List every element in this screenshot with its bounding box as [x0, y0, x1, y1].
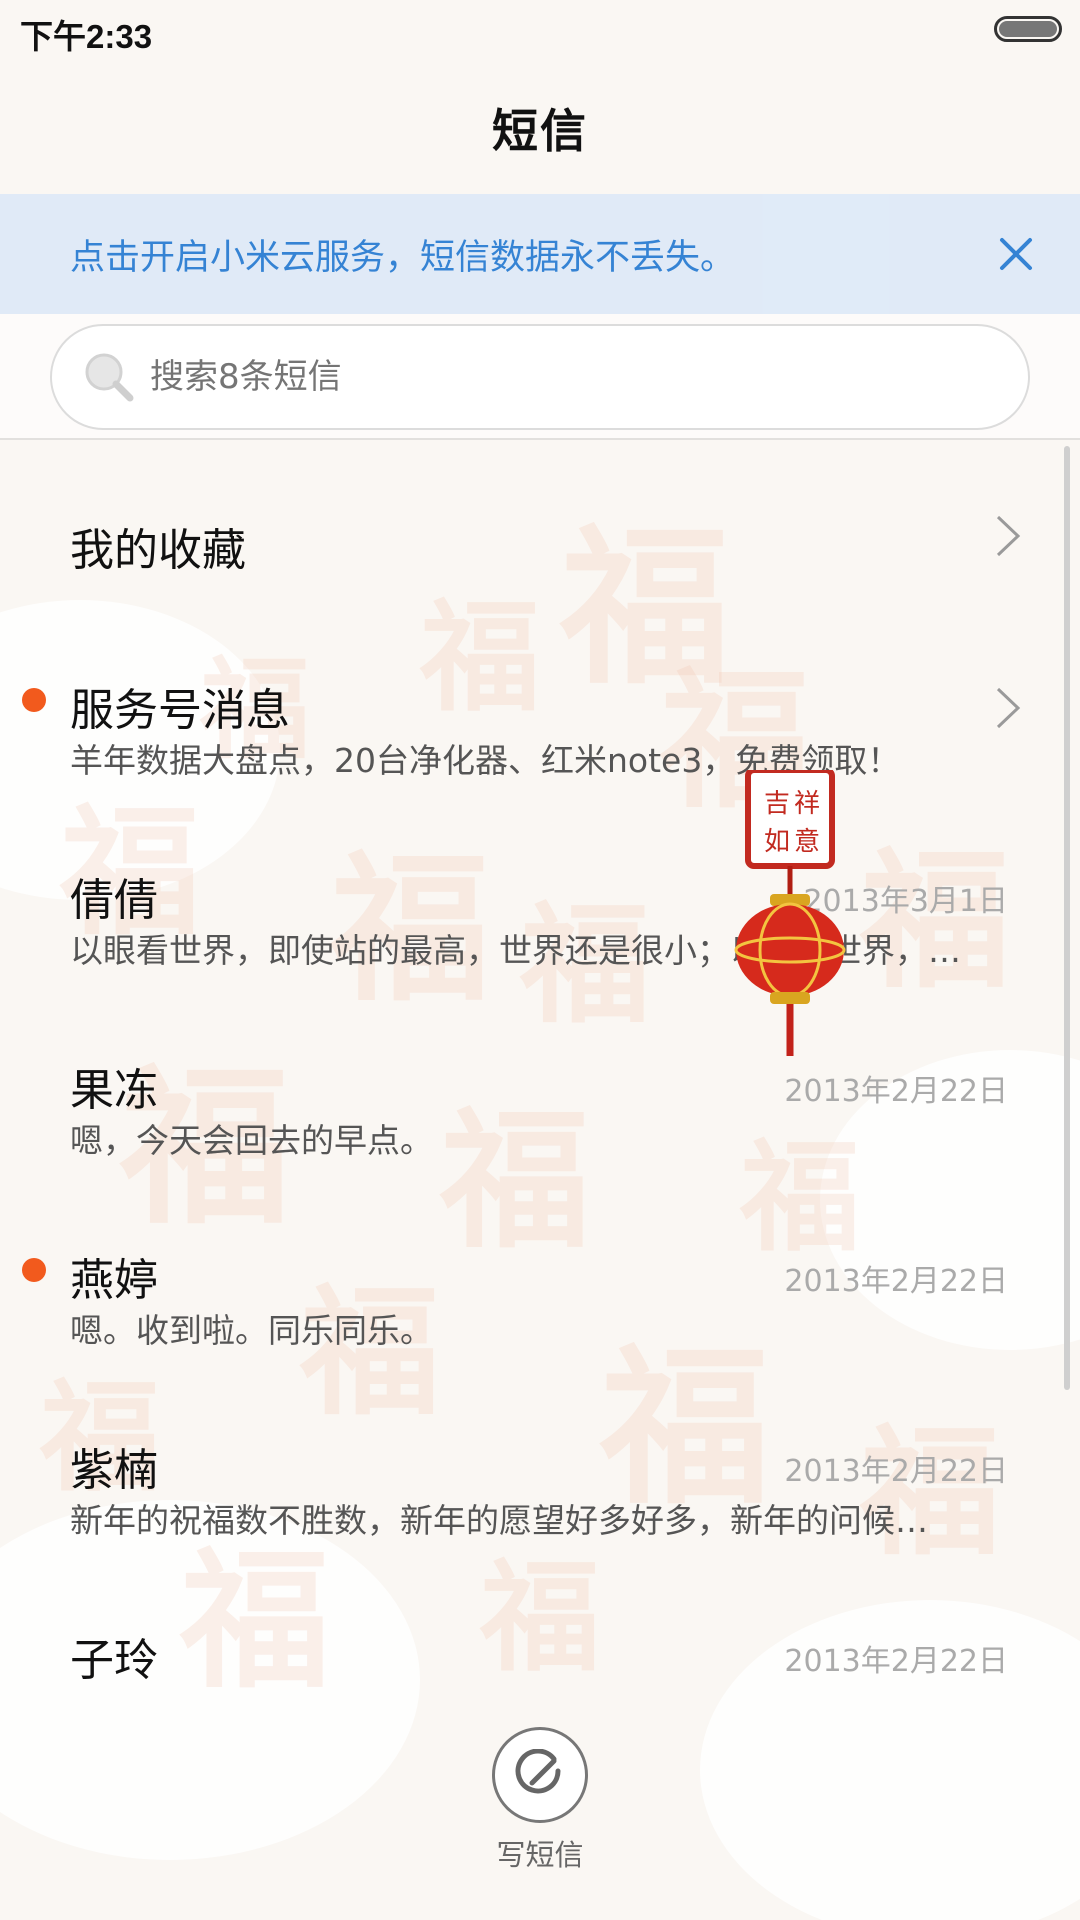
- conversation-name: 紫楠: [70, 1445, 158, 1496]
- unread-dot: [22, 688, 46, 712]
- conversation-row[interactable]: 倩倩 2013年3月1日 以眼看世界，即使站的最高，世界还是很小；以心看世界，…: [0, 820, 1080, 1010]
- banner-text[interactable]: 点击开启小米云服务，短信数据永不丢失。: [70, 229, 735, 280]
- conversation-preview: 嗯。收到啦。同乐同乐。: [70, 1311, 433, 1350]
- compose-button[interactable]: [492, 1727, 588, 1823]
- svg-text:吉: 吉: [764, 789, 790, 819]
- lantern-decoration: 吉 祥 如 意: [734, 770, 846, 1056]
- conversation-date: 2013年2月22日: [784, 1264, 1008, 1299]
- status-bar: 下午2:33: [0, 0, 1080, 62]
- svg-text:意: 意: [794, 827, 820, 857]
- conversation-date: 2013年2月22日: [784, 1454, 1008, 1489]
- compose-icon: [515, 1749, 561, 1794]
- cloud-service-banner[interactable]: 点击开启小米云服务，短信数据永不丢失。: [0, 194, 1080, 314]
- conversation-name: 服务号消息: [70, 685, 290, 736]
- conversation-row[interactable]: 燕婷 2013年2月22日 嗯。收到啦。同乐同乐。: [0, 1200, 1080, 1390]
- search-icon: [85, 353, 134, 402]
- search-area: [0, 314, 1080, 440]
- conversation-preview: 以眼看世界，即使站的最高，世界还是很小；以心看世界，…: [70, 931, 961, 970]
- close-icon[interactable]: [988, 226, 1044, 282]
- conversation-date: 2013年2月22日: [784, 1644, 1008, 1679]
- conversation-row[interactable]: 紫楠 2013年2月22日 新年的祝福数不胜数，新年的愿望好多好多，新年的问候…: [0, 1390, 1080, 1580]
- conversation-preview: 新年的祝福数不胜数，新年的愿望好多好多，新年的问候…: [70, 1501, 928, 1540]
- conversation-name: 子玲: [70, 1635, 158, 1686]
- battery-icon: [994, 16, 1062, 42]
- favorites-row[interactable]: 我的收藏: [0, 440, 1080, 630]
- compose-label[interactable]: 写短信: [0, 1832, 1080, 1874]
- service-messages-row[interactable]: 服务号消息 羊年数据大盘点，20台净化器、红米note3，免费领取！: [0, 630, 1080, 820]
- scrollbar[interactable]: [1064, 446, 1070, 1390]
- page-title: 短信: [492, 104, 588, 158]
- search-box[interactable]: [50, 324, 1030, 430]
- svg-text:祥: 祥: [794, 789, 820, 819]
- conversation-list[interactable]: 我的收藏 服务号消息 羊年数据大盘点，20台净化器、红米note3，免费领取！ …: [0, 440, 1080, 1690]
- search-input[interactable]: [150, 357, 970, 397]
- chevron-right-icon: [996, 515, 1021, 557]
- conversation-name: 燕婷: [70, 1255, 158, 1306]
- chevron-right-icon: [996, 687, 1021, 729]
- status-time: 下午2:33: [20, 18, 153, 55]
- conversation-name: 果冻: [70, 1065, 158, 1116]
- favorites-label: 我的收藏: [70, 525, 246, 576]
- conversation-name: 倩倩: [70, 875, 158, 926]
- title-bar: 短信: [0, 62, 1080, 194]
- conversation-preview: 羊年数据大盘点，20台净化器、红米note3，免费领取！: [70, 741, 901, 780]
- compose-area: 写短信: [0, 1690, 1080, 1920]
- conversation-preview: 嗯，今天会回去的早点。: [70, 1121, 433, 1160]
- unread-dot: [22, 1258, 46, 1282]
- svg-text:如: 如: [764, 827, 790, 857]
- conversation-date: 2013年2月22日: [784, 1074, 1008, 1109]
- conversation-row[interactable]: 子玲 2013年2月22日: [0, 1580, 1080, 1690]
- conversation-row[interactable]: 果冻 2013年2月22日 嗯，今天会回去的早点。: [0, 1010, 1080, 1200]
